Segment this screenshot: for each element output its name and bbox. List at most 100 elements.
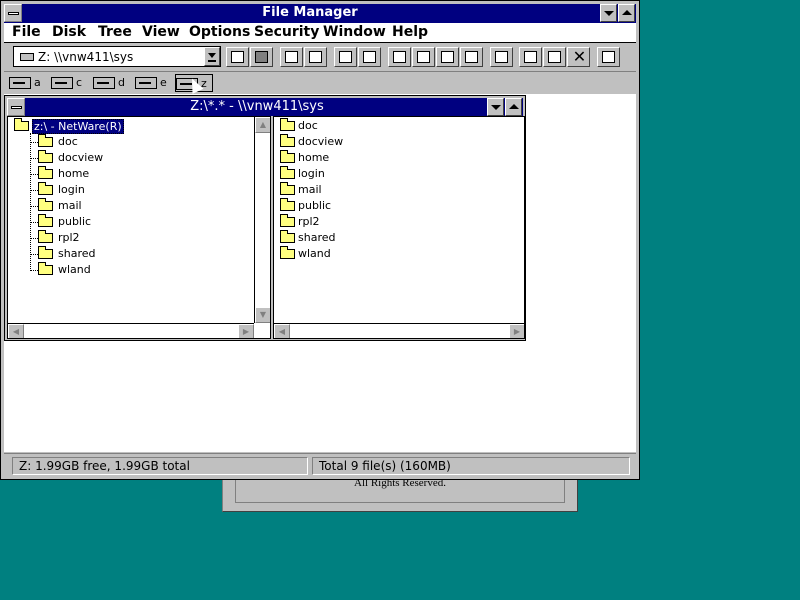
drive-a[interactable]: a (9, 74, 45, 92)
tree-item[interactable]: public (36, 214, 236, 230)
disconnect-network-drive-button[interactable] (250, 47, 273, 67)
drive-select-value: Z: \\vnw411\sys (38, 50, 134, 64)
file-item[interactable]: shared (280, 230, 480, 246)
tree-horizontal-scrollbar[interactable]: ◀ ▶ (8, 323, 254, 338)
file-item-label: doc (298, 119, 318, 132)
file-item[interactable]: mail (280, 182, 480, 198)
copy-button[interactable] (519, 47, 542, 67)
menu-security[interactable]: Security (254, 24, 319, 40)
file-item[interactable]: rpl2 (280, 214, 480, 230)
scroll-left-button[interactable]: ◀ (8, 324, 24, 338)
window-icon (495, 51, 508, 63)
tree-root-label: z:\ - NetWare(R) (32, 119, 124, 134)
minimize-button[interactable] (600, 4, 617, 22)
drive-c[interactable]: c (51, 74, 87, 92)
drive-select[interactable]: Z: \\vnw411\sys (13, 46, 221, 67)
file-item[interactable]: wland (280, 246, 480, 262)
menu-view[interactable]: View (142, 24, 180, 40)
tree-vertical-scrollbar[interactable]: ▲ ▼ (254, 117, 270, 323)
view-details-button[interactable] (358, 47, 381, 67)
sort-by-date-button[interactable] (460, 47, 483, 67)
properties-button[interactable] (597, 47, 620, 67)
tree-pane: z:\ - NetWare(R) doc docview home login mail… (7, 116, 271, 339)
view-name-button[interactable] (334, 47, 357, 67)
directory-window-title: Z:\*.* - \\vnw411\sys (190, 99, 324, 114)
maximize-icon (509, 104, 519, 109)
connect-network-drive-button[interactable] (226, 47, 249, 67)
share-icon (285, 51, 298, 63)
tree-root[interactable]: z:\ - NetWare(R) (12, 118, 252, 134)
tree-item[interactable]: docview (36, 150, 236, 166)
menu-tree[interactable]: Tree (98, 24, 132, 40)
delete-button[interactable]: ✕ (567, 47, 590, 67)
scroll-right-button[interactable]: ▶ (238, 324, 254, 338)
status-bar: Z: 1.99GB free, 1.99GB total Total 9 fil… (4, 453, 636, 477)
folder-icon (280, 150, 295, 163)
child-minimize-button[interactable] (487, 98, 504, 116)
menu-file[interactable]: File (12, 24, 41, 40)
child-maximize-button[interactable] (505, 98, 522, 116)
menu-window[interactable]: Window (323, 24, 386, 40)
new-window-button[interactable] (490, 47, 513, 67)
maximize-icon (622, 10, 632, 15)
scroll-right-button[interactable]: ▶ (509, 324, 524, 338)
toolbar: Z: \\vnw411\sys ✕ (4, 44, 636, 70)
scroll-down-button[interactable]: ▼ (255, 307, 270, 323)
folder-icon (38, 246, 53, 259)
sort-by-type-button[interactable] (412, 47, 435, 67)
tree-item[interactable]: mail (36, 198, 236, 214)
drive-select-dropdown-button[interactable] (204, 47, 220, 66)
directory-window-title-bar[interactable]: Z:\*.* - \\vnw411\sys (7, 98, 523, 116)
move-button[interactable] (543, 47, 566, 67)
share-as-button[interactable] (280, 47, 303, 67)
file-item[interactable]: doc (280, 118, 480, 134)
file-item-label: rpl2 (298, 215, 320, 228)
network-drive-icon (135, 77, 157, 89)
stop-sharing-button[interactable] (304, 47, 327, 67)
tree-item-label: home (58, 167, 90, 180)
scroll-up-button[interactable]: ▲ (255, 117, 270, 133)
file-item-label: mail (298, 183, 322, 196)
status-file-count: Total 9 file(s) (160MB) (312, 457, 630, 475)
child-system-menu-button[interactable] (7, 98, 25, 116)
file-item[interactable]: home (280, 150, 480, 166)
drive-bar: a c d e z (4, 71, 636, 93)
tree-item-label: rpl2 (58, 231, 80, 244)
folder-icon (38, 214, 53, 227)
file-item[interactable]: docview (280, 134, 480, 150)
folder-icon (280, 166, 295, 179)
folder-icon (38, 262, 53, 275)
file-item-label: public (298, 199, 332, 212)
tree-item-label: doc (58, 135, 78, 148)
menu-bar: File Disk Tree View Options Security Win… (4, 23, 636, 43)
tree-item-label: wland (58, 263, 91, 276)
tree-item[interactable]: wland (36, 262, 236, 278)
open-folder-icon (14, 118, 29, 131)
menu-options[interactable]: Options (189, 24, 250, 40)
file-item[interactable]: public (280, 198, 480, 214)
tree-item[interactable]: home (36, 166, 236, 182)
menu-help[interactable]: Help (392, 24, 428, 40)
tree-item[interactable]: shared (36, 246, 236, 262)
drive-e[interactable]: e (135, 74, 171, 92)
file-item-label: docview (298, 135, 344, 148)
tree-item[interactable]: doc (36, 134, 236, 150)
tree-item[interactable]: login (36, 182, 236, 198)
drive-d[interactable]: d (93, 74, 129, 92)
window-title: File Manager (262, 5, 358, 20)
maximize-button[interactable] (618, 4, 635, 22)
tree-item-label: login (58, 183, 85, 196)
title-bar[interactable]: File Manager (4, 4, 636, 23)
scroll-left-button[interactable]: ◀ (274, 324, 290, 338)
sort-by-name-button[interactable] (388, 47, 411, 67)
delete-x-icon: ✕ (572, 47, 587, 66)
menu-disk[interactable]: Disk (52, 24, 86, 40)
folder-icon (38, 134, 53, 147)
system-menu-button[interactable] (4, 4, 22, 22)
list-icon (339, 51, 352, 63)
sort-by-size-button[interactable] (436, 47, 459, 67)
network-drive-icon (20, 53, 34, 61)
file-item[interactable]: login (280, 166, 480, 182)
tree-item[interactable]: rpl2 (36, 230, 236, 246)
files-horizontal-scrollbar[interactable]: ◀ ▶ (274, 323, 524, 338)
